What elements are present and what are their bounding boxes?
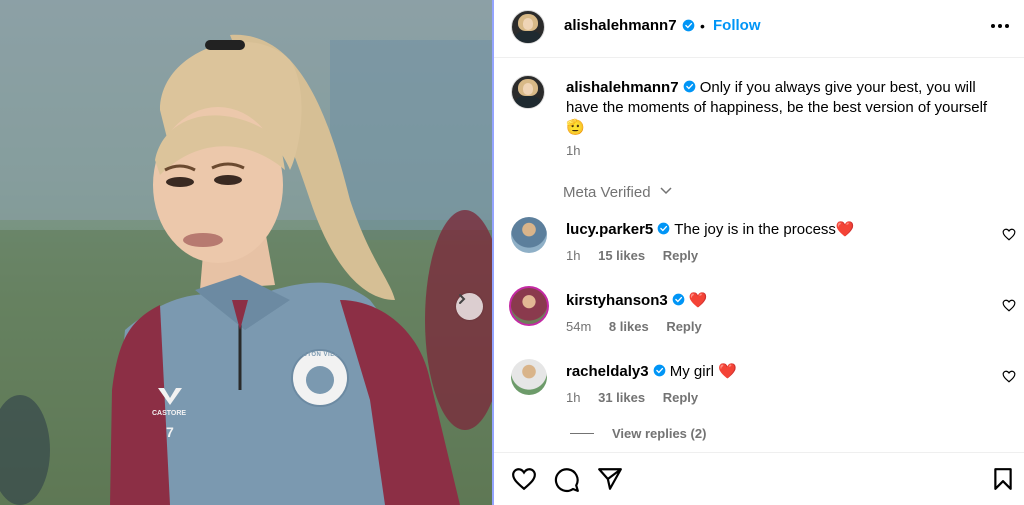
caption-author-avatar[interactable] xyxy=(511,75,545,109)
comment-meta: 1h 31 likes Reply xyxy=(566,390,698,405)
meta-verified-label: Meta Verified xyxy=(563,184,651,201)
post-caption: alishalehmann7 Only if you always give y… xyxy=(566,78,1006,138)
verified-badge-icon xyxy=(682,19,695,32)
comment-time: 54m xyxy=(566,319,592,334)
heart-icon[interactable] xyxy=(1002,299,1016,312)
follow-button[interactable]: Follow xyxy=(713,17,761,34)
comment-content: lucy.parker5 The joy is in the process❤️ xyxy=(566,220,855,238)
reply-button[interactable]: Reply xyxy=(663,248,698,263)
view-replies-label: View replies (2) xyxy=(612,426,707,441)
heart-icon[interactable] xyxy=(511,467,537,491)
separator-dot: • xyxy=(700,18,705,34)
reply-button[interactable]: Reply xyxy=(663,390,698,405)
verified-badge-icon xyxy=(672,293,685,306)
comment-icon[interactable] xyxy=(554,467,580,493)
chevron-down-icon xyxy=(660,187,672,195)
post-details-panel: alishalehmann7 • Follow alishalehmann7 O… xyxy=(494,0,1024,505)
comment-item: lucy.parker5 The joy is in the process❤️… xyxy=(494,214,1024,284)
more-options-icon[interactable] xyxy=(990,18,1010,34)
meta-verified-toggle[interactable]: Meta Verified xyxy=(563,184,673,201)
comment-username[interactable]: racheldaly3 xyxy=(566,363,649,380)
post-image: ASTON VILLA CASTORE 7 xyxy=(0,0,492,505)
bookmark-icon[interactable] xyxy=(992,467,1014,491)
replies-divider-line xyxy=(570,433,594,434)
author-avatar[interactable] xyxy=(511,10,545,44)
comment-content: racheldaly3 My girl ❤️ xyxy=(566,362,737,380)
kit-brand-text: CASTORE xyxy=(152,410,187,417)
view-replies-button[interactable]: View replies (2) xyxy=(570,426,706,441)
comment-text: The joy is in the process❤️ xyxy=(674,221,855,238)
crest-text: ASTON VILLA xyxy=(298,352,344,358)
next-image-button[interactable] xyxy=(456,293,483,320)
post-header: alishalehmann7 • Follow xyxy=(494,0,1024,58)
comment-likes[interactable]: 31 likes xyxy=(598,390,645,405)
comment-item: racheldaly3 My girl ❤️ 1h 31 likes Reply xyxy=(494,356,1024,426)
verified-badge-icon xyxy=(683,80,695,93)
reply-button[interactable]: Reply xyxy=(666,319,701,334)
commenter-avatar[interactable] xyxy=(511,217,547,253)
comment-username[interactable]: lucy.parker5 xyxy=(566,221,653,238)
comment-time: 1h xyxy=(566,390,581,405)
post-actions-bar xyxy=(494,452,1024,505)
comment-meta: 54m 8 likes Reply xyxy=(566,319,702,334)
comment-time: 1h xyxy=(566,248,581,263)
commenter-avatar[interactable] xyxy=(509,286,549,326)
verified-badge-icon xyxy=(653,364,665,377)
comment-likes[interactable]: 15 likes xyxy=(598,248,645,263)
verified-badge-icon xyxy=(657,222,670,235)
post-photo-illustration xyxy=(0,0,492,505)
heart-icon[interactable] xyxy=(1002,370,1016,383)
heart-icon[interactable] xyxy=(1002,228,1016,241)
comment-item: kirstyhanson3 ❤️ 54m 8 likes Reply xyxy=(494,285,1024,355)
comment-content: kirstyhanson3 ❤️ xyxy=(566,291,708,309)
shirt-number: 7 xyxy=(166,424,174,440)
chevron-right-icon xyxy=(459,294,466,304)
caption-username[interactable]: alishalehmann7 xyxy=(566,79,679,96)
author-username[interactable]: alishalehmann7 xyxy=(564,17,677,34)
comment-text: ❤️ xyxy=(688,292,708,309)
comment-text: My girl ❤️ xyxy=(669,363,737,380)
comment-meta: 1h 15 likes Reply xyxy=(566,248,698,263)
comment-username[interactable]: kirstyhanson3 xyxy=(566,292,668,309)
caption-time: 1h xyxy=(566,143,581,158)
comment-likes[interactable]: 8 likes xyxy=(609,319,649,334)
paper-plane-icon[interactable] xyxy=(597,467,623,491)
commenter-avatar[interactable] xyxy=(511,359,547,395)
